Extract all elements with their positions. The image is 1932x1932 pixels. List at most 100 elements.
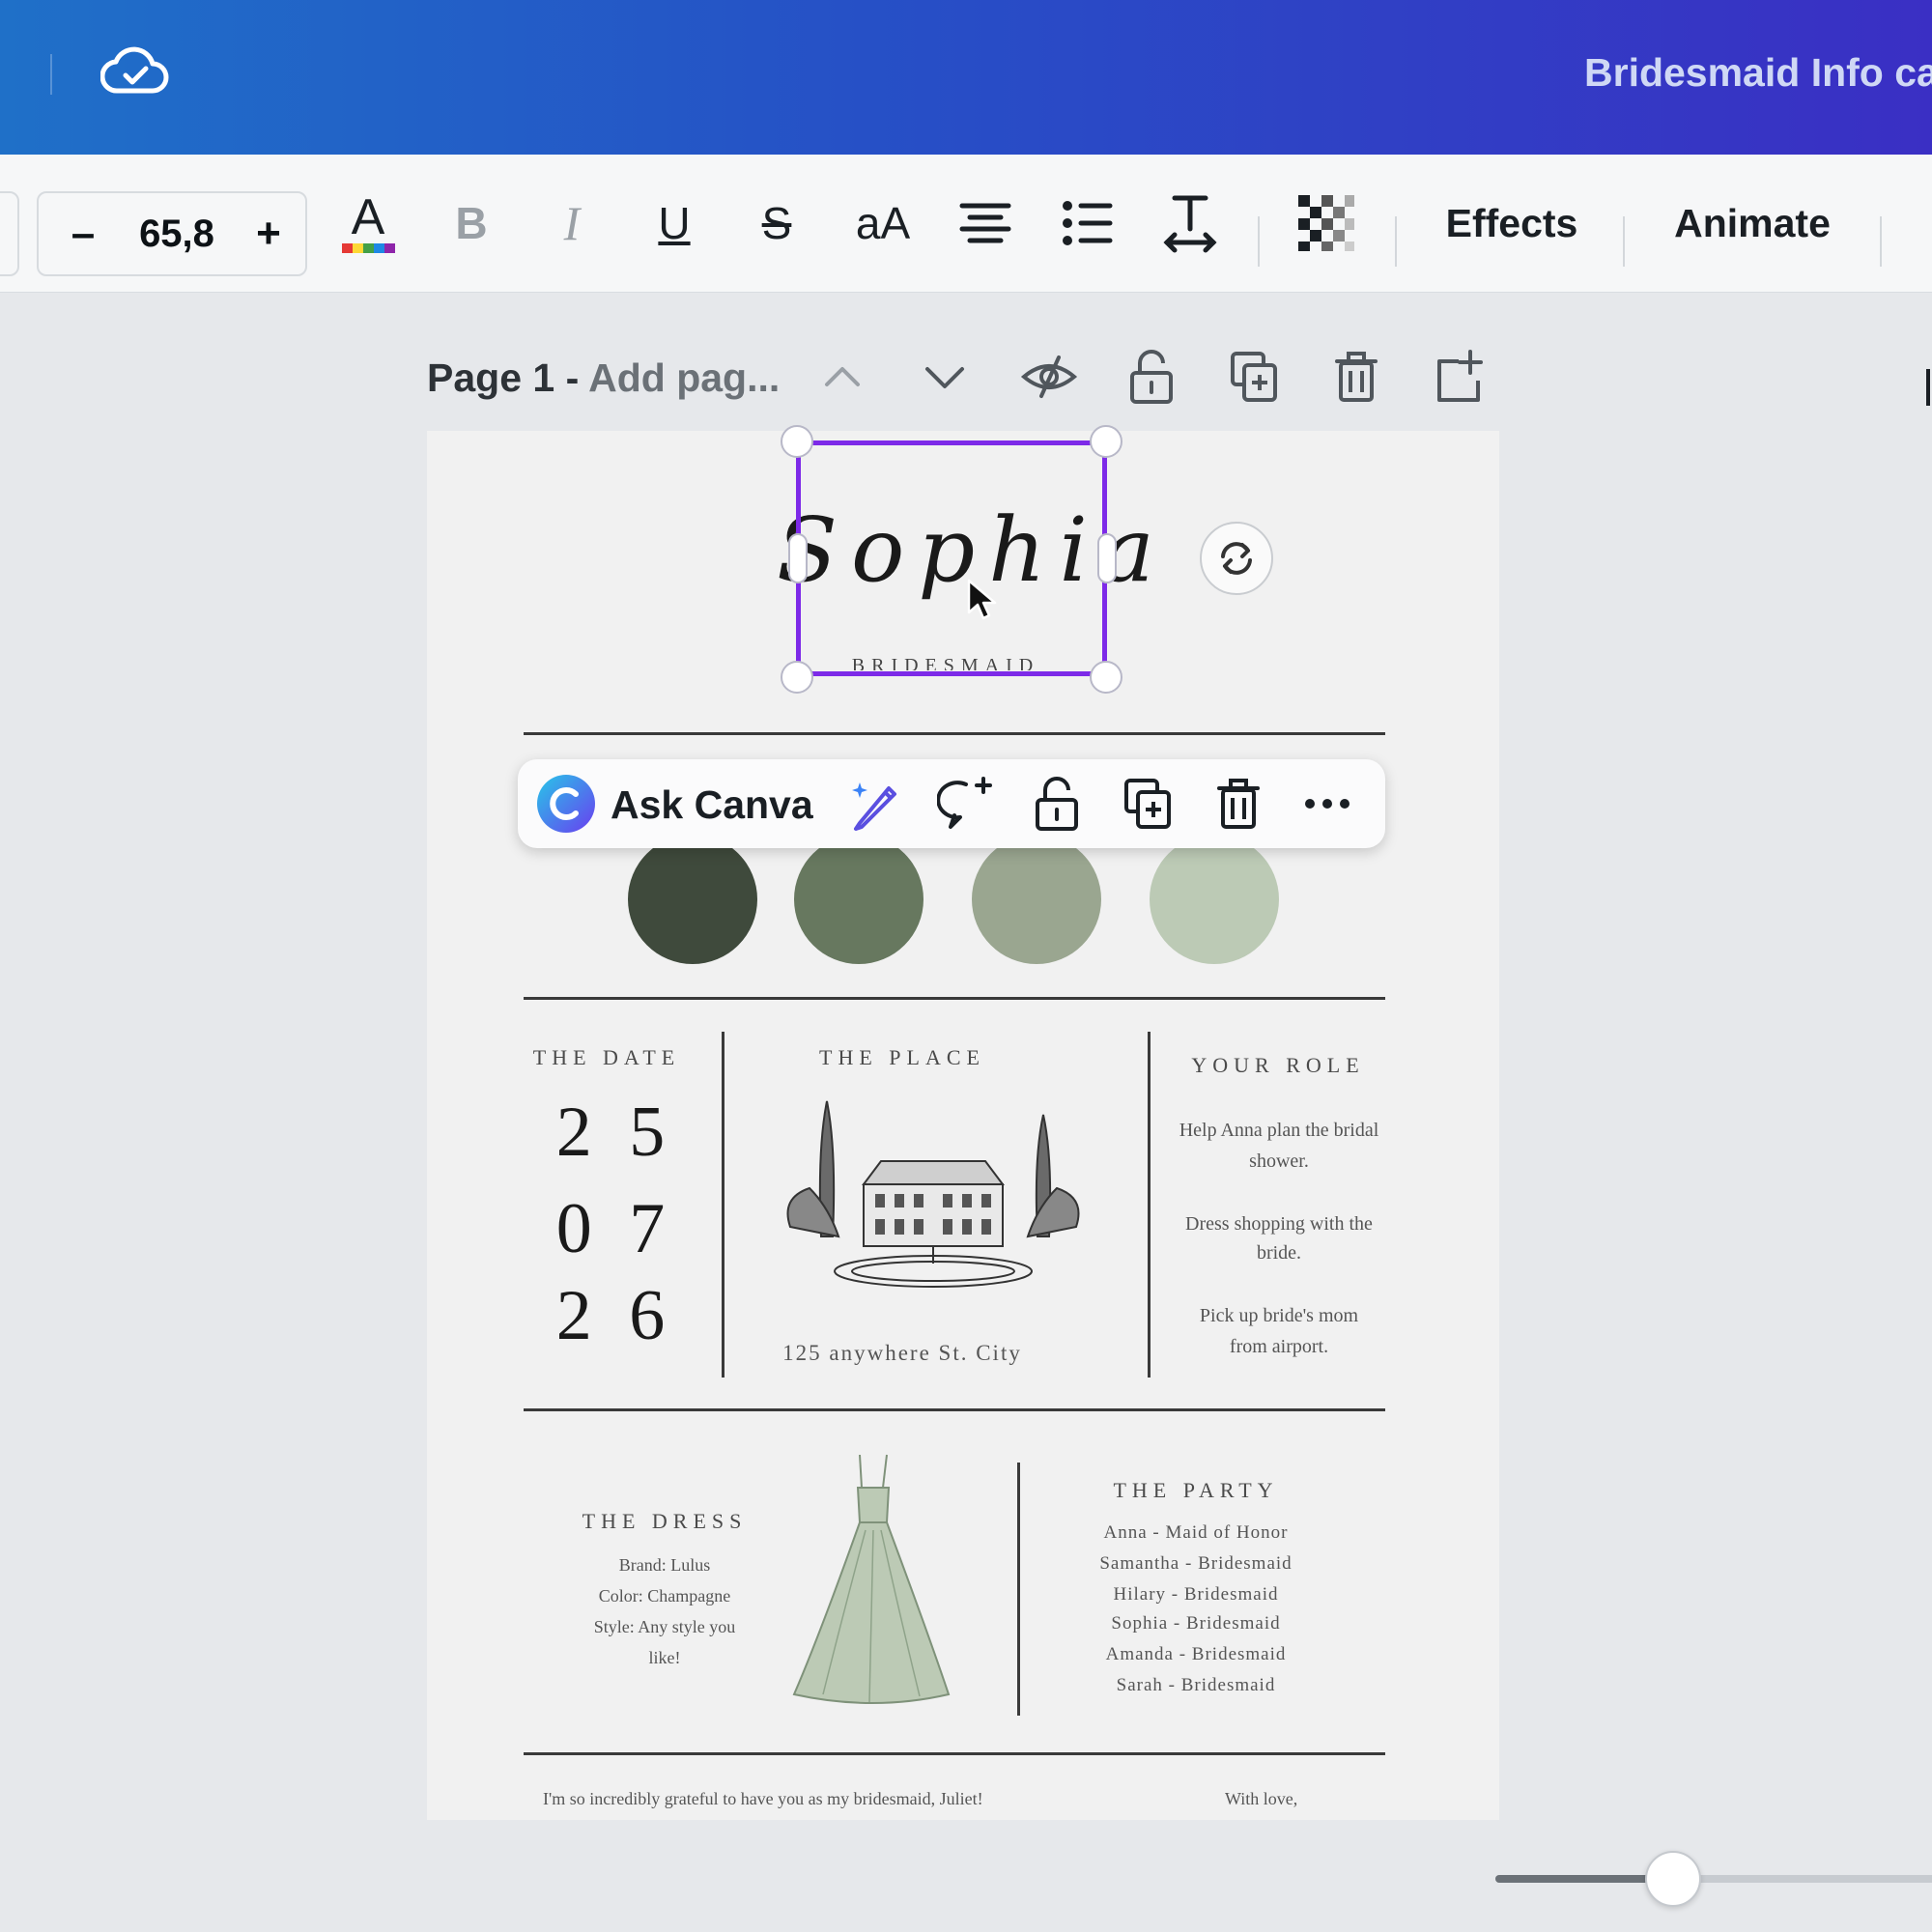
resize-handle-left[interactable] [788,533,808,583]
party-member[interactable]: Hilary - Bridesmaid [1041,1584,1350,1605]
strikethrough-button[interactable]: S [750,155,804,292]
font-family-dropdown[interactable] [0,191,19,276]
add-page-icon[interactable] [1430,348,1488,406]
spacing-button[interactable] [1159,155,1221,292]
bullet-list-icon [1063,201,1113,245]
palette-swatch[interactable] [1150,835,1279,964]
page-number: Page 1 - [427,355,589,400]
italic-button[interactable]: I [545,155,599,292]
svg-text:A: A [352,189,385,245]
divider-line [524,997,1385,1000]
zoom-slider-track[interactable] [1495,1875,1932,1883]
divider-line [524,1752,1385,1755]
mouse-cursor-icon [967,579,997,620]
add-comment-icon[interactable] [937,775,995,833]
divider-line [524,1408,1385,1411]
date-year[interactable]: 2 6 [543,1267,688,1364]
column-divider [1017,1463,1020,1716]
decrease-font-size-button[interactable]: – [64,191,102,276]
text-toolbar: – 65,8 + A B I U S aA Effects Animate [0,155,1932,406]
resize-handle-bottom-right[interactable] [1090,661,1122,694]
element-context-menu: Ask Canva [518,759,1385,848]
chevron-down-icon[interactable] [916,348,974,406]
role-item[interactable]: Pick up bride's mom from airport. [1179,1300,1379,1362]
date-heading[interactable]: THE DATE [516,1045,697,1070]
cloud-check-icon[interactable] [100,44,170,99]
selection-box [796,440,1107,676]
bullet-list-button[interactable] [1059,155,1117,292]
party-heading[interactable]: THE PARTY [1070,1478,1321,1503]
ask-canva-button[interactable]: Ask Canva [535,771,825,837]
bold-button[interactable]: B [444,155,498,292]
text-color-button[interactable]: A [336,155,400,292]
dress-detail[interactable]: Color: Champagne [549,1580,781,1611]
date-day[interactable]: 2 5 [543,1084,688,1180]
role-item[interactable]: Help Anna plan the bridal shower. [1179,1115,1379,1177]
party-member[interactable]: Sarah - Bridesmaid [1041,1675,1350,1696]
align-center-button[interactable] [956,155,1014,292]
rotate-button[interactable] [1200,522,1273,595]
dress-detail[interactable]: Brand: Lulus [549,1549,781,1580]
role-item[interactable]: Dress shopping with the bride. [1179,1209,1379,1267]
zoom-slider-thumb[interactable] [1645,1851,1701,1907]
villa-illustration[interactable] [771,1092,1094,1294]
place-address[interactable]: 125 anywhere St. City [757,1341,1047,1366]
resize-handle-top-right[interactable] [1090,425,1122,458]
palette-swatch[interactable] [794,835,923,964]
delete-page-icon[interactable] [1327,348,1385,406]
top-bar-divider [50,54,52,95]
column-divider [722,1032,724,1378]
text-color-icon: A [342,189,395,253]
resize-handle-right[interactable] [1097,533,1117,583]
effects-button[interactable]: Effects [1430,155,1594,292]
font-size-value[interactable]: 65,8 [124,191,230,276]
animate-button[interactable]: Animate [1658,155,1847,292]
transparency-icon [1298,195,1354,251]
text-spacing-icon [1163,195,1217,253]
dress-detail[interactable]: Style: Any style you [549,1611,781,1642]
toolbar-overflow-item[interactable] [1926,369,1930,406]
lock-icon[interactable] [1122,348,1180,406]
party-member[interactable]: Anna - Maid of Honor [1041,1522,1350,1544]
canva-assistant-icon [537,775,595,833]
dress-illustration[interactable] [784,1453,958,1708]
party-member[interactable]: Sophia - Bridesmaid [1041,1613,1350,1634]
toolbar-divider [1258,216,1260,267]
ask-canva-label: Ask Canva [611,782,813,827]
letter-case-button[interactable]: aA [846,155,920,292]
duplicate-element-icon[interactable] [1119,775,1177,833]
toolbar-divider [1395,216,1397,267]
transparency-button[interactable] [1294,155,1358,292]
document-title[interactable]: Bridesmaid Info ca [1584,50,1932,96]
chevron-up-icon[interactable] [813,348,871,406]
underline-button[interactable]: U [647,155,701,292]
toolbar-divider [1623,216,1625,267]
font-size-stepper: – 65,8 + [37,191,307,276]
resize-handle-bottom-left[interactable] [781,661,813,694]
page-label: Page 1 - Add pag... [427,355,780,401]
palette-swatch[interactable] [628,835,757,964]
align-center-icon [959,203,1011,243]
duplicate-page-icon[interactable] [1225,348,1283,406]
dress-detail[interactable]: like! [549,1642,781,1673]
palette-swatch[interactable] [972,835,1101,964]
party-member[interactable]: Samantha - Bridesmaid [1041,1553,1350,1575]
resize-handle-top-left[interactable] [781,425,813,458]
column-divider [1148,1032,1151,1378]
footer-signoff[interactable]: With love, [1225,1789,1360,1809]
role-heading[interactable]: YOUR ROLE [1167,1053,1389,1078]
magic-edit-icon[interactable] [846,775,904,833]
lock-element-icon[interactable] [1028,775,1086,833]
divider-line [524,732,1385,735]
place-heading[interactable]: THE PLACE [757,1045,1047,1070]
party-member[interactable]: Amanda - Bridesmaid [1041,1644,1350,1665]
delete-element-icon[interactable] [1209,775,1267,833]
footer-note[interactable]: I'm so incredibly grateful to have you a… [543,1789,1161,1809]
increase-font-size-button[interactable]: + [249,191,288,276]
page-title-input[interactable]: Add pag... [588,355,780,400]
more-options-icon[interactable] [1298,775,1356,833]
dress-heading[interactable]: THE DRESS [549,1509,781,1534]
date-month[interactable]: 0 7 [543,1180,688,1277]
hide-eye-icon[interactable] [1020,348,1078,406]
rotate-icon [1221,542,1252,575]
